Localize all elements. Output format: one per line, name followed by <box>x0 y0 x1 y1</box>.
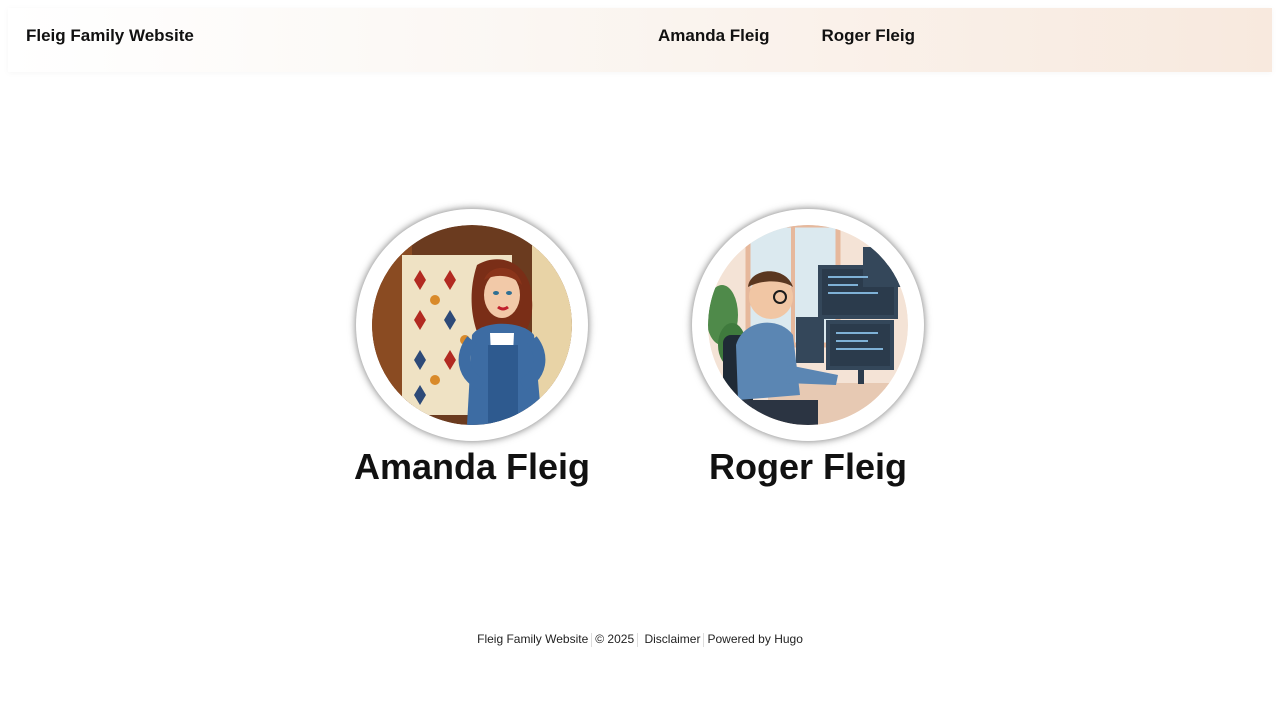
avatar-frame[interactable] <box>692 209 924 441</box>
footer-disclaimer-link[interactable]: Disclaimer <box>644 632 700 646</box>
footer-divider <box>703 632 705 647</box>
footer-copyright: © 2025 <box>595 632 635 646</box>
roger-avatar-image <box>708 225 908 425</box>
footer-divider <box>591 632 593 647</box>
profile-card-amanda: Amanda Fleig <box>322 209 622 489</box>
site-footer: Fleig Family Website © 2025 Disclaimer Pow… <box>0 631 1280 647</box>
profile-name-roger[interactable]: Roger Fleig <box>658 445 958 489</box>
footer-divider <box>637 632 639 647</box>
footer-powered-by: Powered by Hugo <box>707 632 803 646</box>
avatar-frame[interactable] <box>356 209 588 441</box>
footer-site-link[interactable]: Fleig Family Website <box>477 632 588 646</box>
profile-card-roger: Roger Fleig <box>658 209 958 489</box>
nav-item-amanda[interactable]: Amanda Fleig <box>658 25 769 47</box>
main-nav: Amanda Fleig Roger Fleig <box>658 25 915 47</box>
profile-name-amanda[interactable]: Amanda Fleig <box>322 445 622 489</box>
site-header: Fleig Family Website Amanda Fleig Roger … <box>8 8 1272 72</box>
nav-item-roger[interactable]: Roger Fleig <box>821 25 915 47</box>
amanda-avatar-image <box>372 225 572 425</box>
site-title-link[interactable]: Fleig Family Website <box>26 25 194 47</box>
